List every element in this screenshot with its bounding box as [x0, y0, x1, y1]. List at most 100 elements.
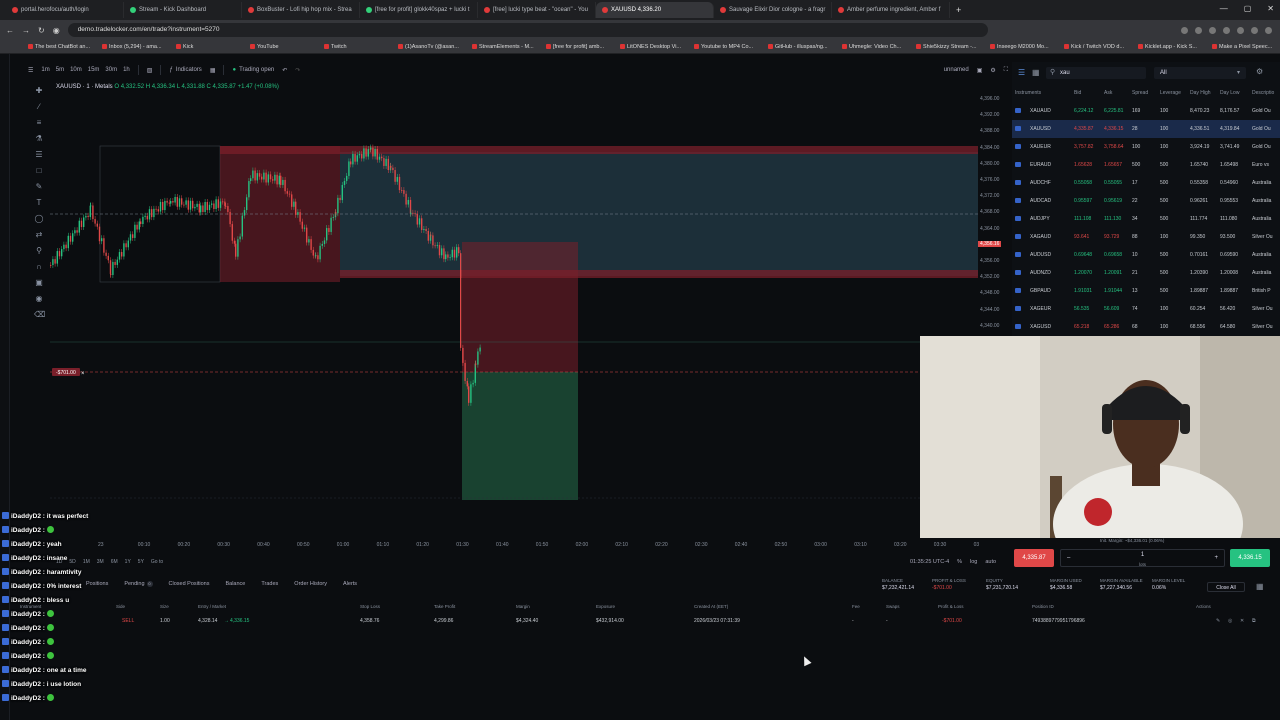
star-icon[interactable] — [1181, 26, 1188, 34]
magnet-icon[interactable]: ∩ — [34, 262, 44, 274]
chart-type-icon[interactable]: ▧ — [147, 67, 153, 74]
bottom-tab[interactable]: Order History — [294, 581, 327, 587]
new-tab-icon[interactable]: + — [956, 5, 961, 15]
maximize-icon[interactable]: ▢ — [1244, 4, 1252, 13]
trash-icon[interactable]: ⌫ — [34, 310, 45, 322]
range-button[interactable]: 5Y — [138, 559, 144, 565]
layout-name[interactable]: unnamed — [944, 67, 969, 73]
extension-icon[interactable] — [1223, 26, 1230, 34]
extension-icon[interactable] — [1195, 26, 1202, 34]
instrument-row[interactable]: AUDCAD 0.95597 0.95619 22 500 0.96261 0.95553 A… — [1012, 192, 1280, 210]
bookmark-item[interactable]: Make a Pixel Speec... — [1212, 44, 1280, 50]
range-button[interactable]: 1M — [83, 559, 90, 565]
buy-button[interactable]: 4,336.15 — [1230, 549, 1270, 567]
puzzle-icon[interactable] — [1237, 26, 1244, 34]
instrument-row[interactable]: AUDUSD 0.69648 0.69658 10 500 0.70161 0.69590 A… — [1012, 246, 1280, 264]
close-position-icon[interactable]: × — [81, 371, 85, 377]
bookmark-item[interactable]: [free for profit] amb... — [546, 44, 614, 50]
instrument-row[interactable]: XAGAUD 93.641 93.729 88 100 99.350 93.500 Silve… — [1012, 228, 1280, 246]
instrument-row[interactable]: GBPAUD 1.91031 1.91044 13 500 1.89887 1.89887 B… — [1012, 282, 1280, 300]
back-icon[interactable]: ← — [6, 26, 14, 35]
instrument-row[interactable]: XAGUSD 65.218 65.286 68 100 68.556 64.580 Silve… — [1012, 318, 1280, 336]
bookmark-item[interactable]: Youtube to MP4 Co... — [694, 44, 762, 50]
pitchfork-icon[interactable]: ⚗ — [34, 134, 44, 146]
range-button[interactable]: 3M — [97, 559, 104, 565]
timeframe-button[interactable]: 15m — [88, 67, 100, 73]
bookmark-item[interactable]: Twitch — [324, 44, 392, 50]
auto-toggle[interactable]: auto — [985, 559, 996, 565]
timeframe-button[interactable]: 10m — [70, 67, 82, 73]
lot-size-stepper[interactable]: – 1 lots + — [1060, 549, 1225, 567]
range-button[interactable]: 1Y — [125, 559, 131, 565]
rectangle-icon[interactable]: □ — [34, 166, 44, 178]
lock-icon[interactable]: ▣ — [34, 278, 44, 290]
list-icon[interactable]: ☰ — [1018, 68, 1025, 77]
settings-icon[interactable]: ⚙ — [990, 67, 995, 74]
columns-icon[interactable]: ▦ — [1256, 582, 1264, 591]
bottom-tab[interactable]: Closed Positions — [169, 581, 210, 587]
bookmark-item[interactable]: (1)AsanoTv (@asan... — [398, 44, 466, 50]
indicators-button[interactable]: ƒ Indicators — [169, 67, 201, 73]
horizontal-lines-icon[interactable]: ≡ — [34, 118, 44, 130]
bottom-tab[interactable]: Trades — [261, 581, 278, 587]
pattern-icon[interactable]: ◯ — [34, 214, 44, 226]
browser-tab[interactable]: BoxBuster - Lofi hip hop mix - Strea — [242, 2, 360, 18]
undo-icon[interactable]: ↶ — [282, 67, 287, 74]
close-position-icon[interactable]: ✕ — [1240, 618, 1244, 624]
bookmark-item[interactable]: Inbox (5,294) - ama... — [102, 44, 170, 50]
redo-icon[interactable]: ↷ — [295, 67, 300, 74]
brush-icon[interactable]: ✎ — [34, 182, 44, 194]
fullscreen-icon[interactable]: ⛶ — [1004, 67, 1008, 74]
browser-tab[interactable]: [free] lucki type beat - "ocean" - You — [478, 2, 596, 18]
edit-icon[interactable]: ✎ — [1216, 618, 1220, 624]
extension-icon[interactable] — [1209, 26, 1216, 34]
close-all-button[interactable]: Close All — [1207, 582, 1245, 592]
fib-icon[interactable]: ☰ — [34, 150, 44, 162]
bottom-tab[interactable]: Alerts — [343, 581, 357, 587]
browser-tab[interactable]: Sauvage Elixir Dior cologne - a fragr — [714, 2, 832, 18]
crosshair-icon[interactable]: ✚ — [34, 86, 44, 98]
bookmark-item[interactable]: Kicklet.app - Kick S... — [1138, 44, 1206, 50]
range-button[interactable]: Go to — [151, 559, 163, 565]
log-toggle[interactable]: log — [970, 559, 977, 565]
menu-icon[interactable] — [1265, 26, 1272, 34]
close-icon[interactable]: ✕ — [1267, 4, 1274, 13]
settings-icon[interactable]: ⚙ — [1256, 67, 1263, 76]
instrument-row[interactable]: AUDCHF 0.55058 0.55055 17 500 0.55358 0.54960 A… — [1012, 174, 1280, 192]
instrument-row[interactable]: XAUEUR 3,757.82 3,758.64 100 100 3,924.19 3,74… — [1012, 138, 1280, 156]
grid-icon[interactable]: ▦ — [1032, 68, 1040, 77]
range-button[interactable]: 6M — [111, 559, 118, 565]
menu-icon[interactable]: ☰ — [28, 67, 33, 74]
text-icon[interactable]: T — [34, 198, 44, 210]
measure-icon[interactable]: ⇄ — [34, 230, 44, 242]
bookmark-item[interactable]: StreamElements - M... — [472, 44, 540, 50]
reload-icon[interactable]: ↻ — [38, 26, 45, 35]
browser-tab[interactable]: XAUUSD 4,336.20 — [596, 2, 714, 18]
share-icon[interactable]: ⧉ — [1252, 618, 1256, 624]
bottom-tab[interactable]: Pending 0 — [124, 581, 153, 587]
bookmark-item[interactable]: LitONES Desktop Vi... — [620, 44, 688, 50]
site-info-icon[interactable]: ◉ — [53, 26, 60, 35]
minimize-icon[interactable]: — — [1220, 4, 1228, 13]
timeframe-button[interactable]: 5m — [56, 67, 64, 73]
price-chart[interactable]: -$701.00 × — [50, 90, 978, 500]
bookmark-item[interactable]: Inseego M2000 Mo... — [990, 44, 1058, 50]
browser-tab[interactable]: portal.herofocu/auth/login — [6, 2, 124, 18]
instrument-row[interactable]: AUDJPY 111.108 111.130 34 500 111.774 111.080 A… — [1012, 210, 1280, 228]
range-button[interactable]: 5D — [69, 559, 75, 565]
instrument-search-input[interactable]: xau — [1046, 67, 1146, 79]
camera-icon[interactable]: ▣ — [977, 67, 983, 74]
bookmark-item[interactable]: GitHub - illuspas/ng... — [768, 44, 836, 50]
url-field[interactable]: demo.tradelocker.com/en/trade?instrument… — [67, 23, 988, 37]
sell-button[interactable]: 4,335.87 — [1014, 549, 1054, 567]
browser-tab[interactable]: Amber perfume ingredient, Amber f — [832, 2, 950, 18]
timeframe-button[interactable]: 30m — [105, 67, 117, 73]
profile-icon[interactable] — [1251, 26, 1258, 34]
bookmark-item[interactable]: Kick / Twitch VOD d... — [1064, 44, 1132, 50]
forward-icon[interactable]: → — [22, 26, 30, 35]
timeframe-button[interactable]: 1h — [123, 67, 130, 73]
instrument-row[interactable]: AUDNZD 1.20070 1.20091 21 500 1.20390 1.20008 A… — [1012, 264, 1280, 282]
instrument-row[interactable]: XAUUSD 4,335.87 4,336.15 28 100 4,336.51 4,319… — [1012, 120, 1280, 138]
instrument-row[interactable]: XAUAUD 6,224.12 6,225.81 169 100 8,470.23 8,17… — [1012, 102, 1280, 120]
range-button[interactable]: 1D — [56, 559, 62, 565]
